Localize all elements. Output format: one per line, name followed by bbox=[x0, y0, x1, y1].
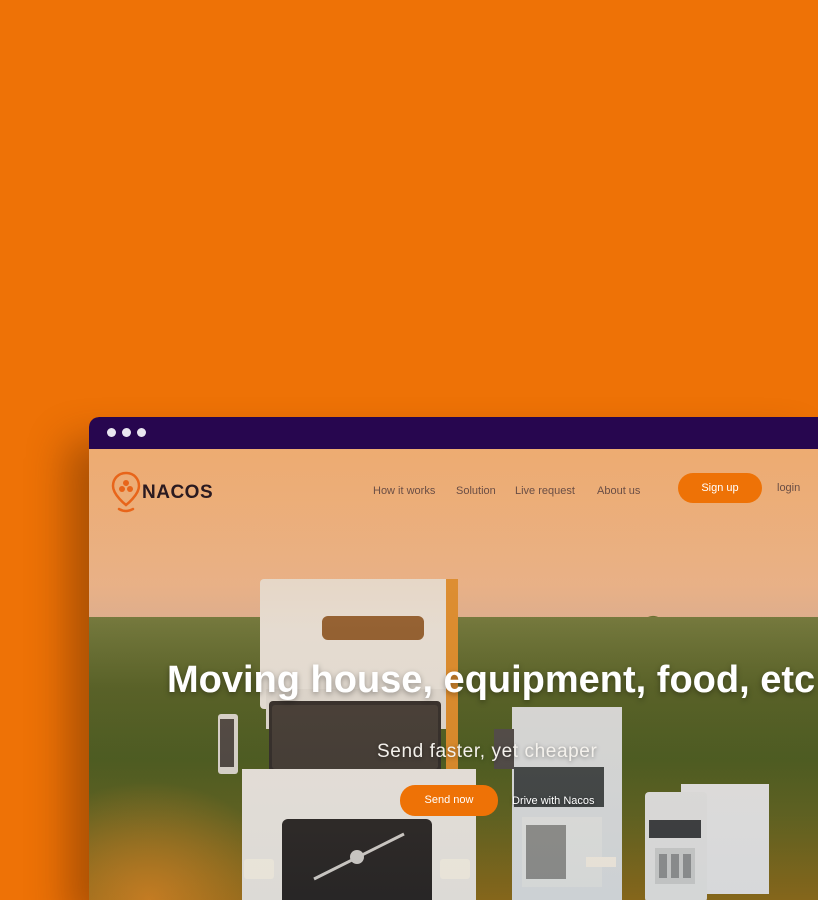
nav-about-us[interactable]: About us bbox=[597, 485, 640, 497]
browser-titlebar bbox=[89, 417, 818, 449]
website-viewport: NACOS How it works Solution Live request… bbox=[89, 449, 818, 900]
brand-name[interactable]: NACOS bbox=[142, 482, 213, 504]
nav-how-it-works[interactable]: How it works bbox=[373, 485, 435, 497]
drive-with-nacos-link[interactable]: Drive with Nacos bbox=[512, 795, 595, 807]
signup-button[interactable]: Sign up bbox=[678, 473, 762, 503]
window-dot-icon[interactable] bbox=[107, 428, 116, 437]
hero-subtitle: Send faster, yet cheaper bbox=[377, 741, 598, 762]
hero-title: Moving house, equipment, food, etc bbox=[167, 659, 816, 701]
nav-solution[interactable]: Solution bbox=[456, 485, 496, 497]
window-dot-icon[interactable] bbox=[122, 428, 131, 437]
window-dot-icon[interactable] bbox=[137, 428, 146, 437]
location-pin-icon[interactable] bbox=[111, 471, 141, 513]
login-link[interactable]: login bbox=[777, 482, 800, 494]
truck-image bbox=[645, 784, 769, 900]
nav-live-request[interactable]: Live request bbox=[515, 485, 575, 497]
truck-image bbox=[218, 579, 476, 900]
browser-window: NACOS How it works Solution Live request… bbox=[89, 417, 818, 900]
send-now-button[interactable]: Send now bbox=[400, 785, 498, 816]
